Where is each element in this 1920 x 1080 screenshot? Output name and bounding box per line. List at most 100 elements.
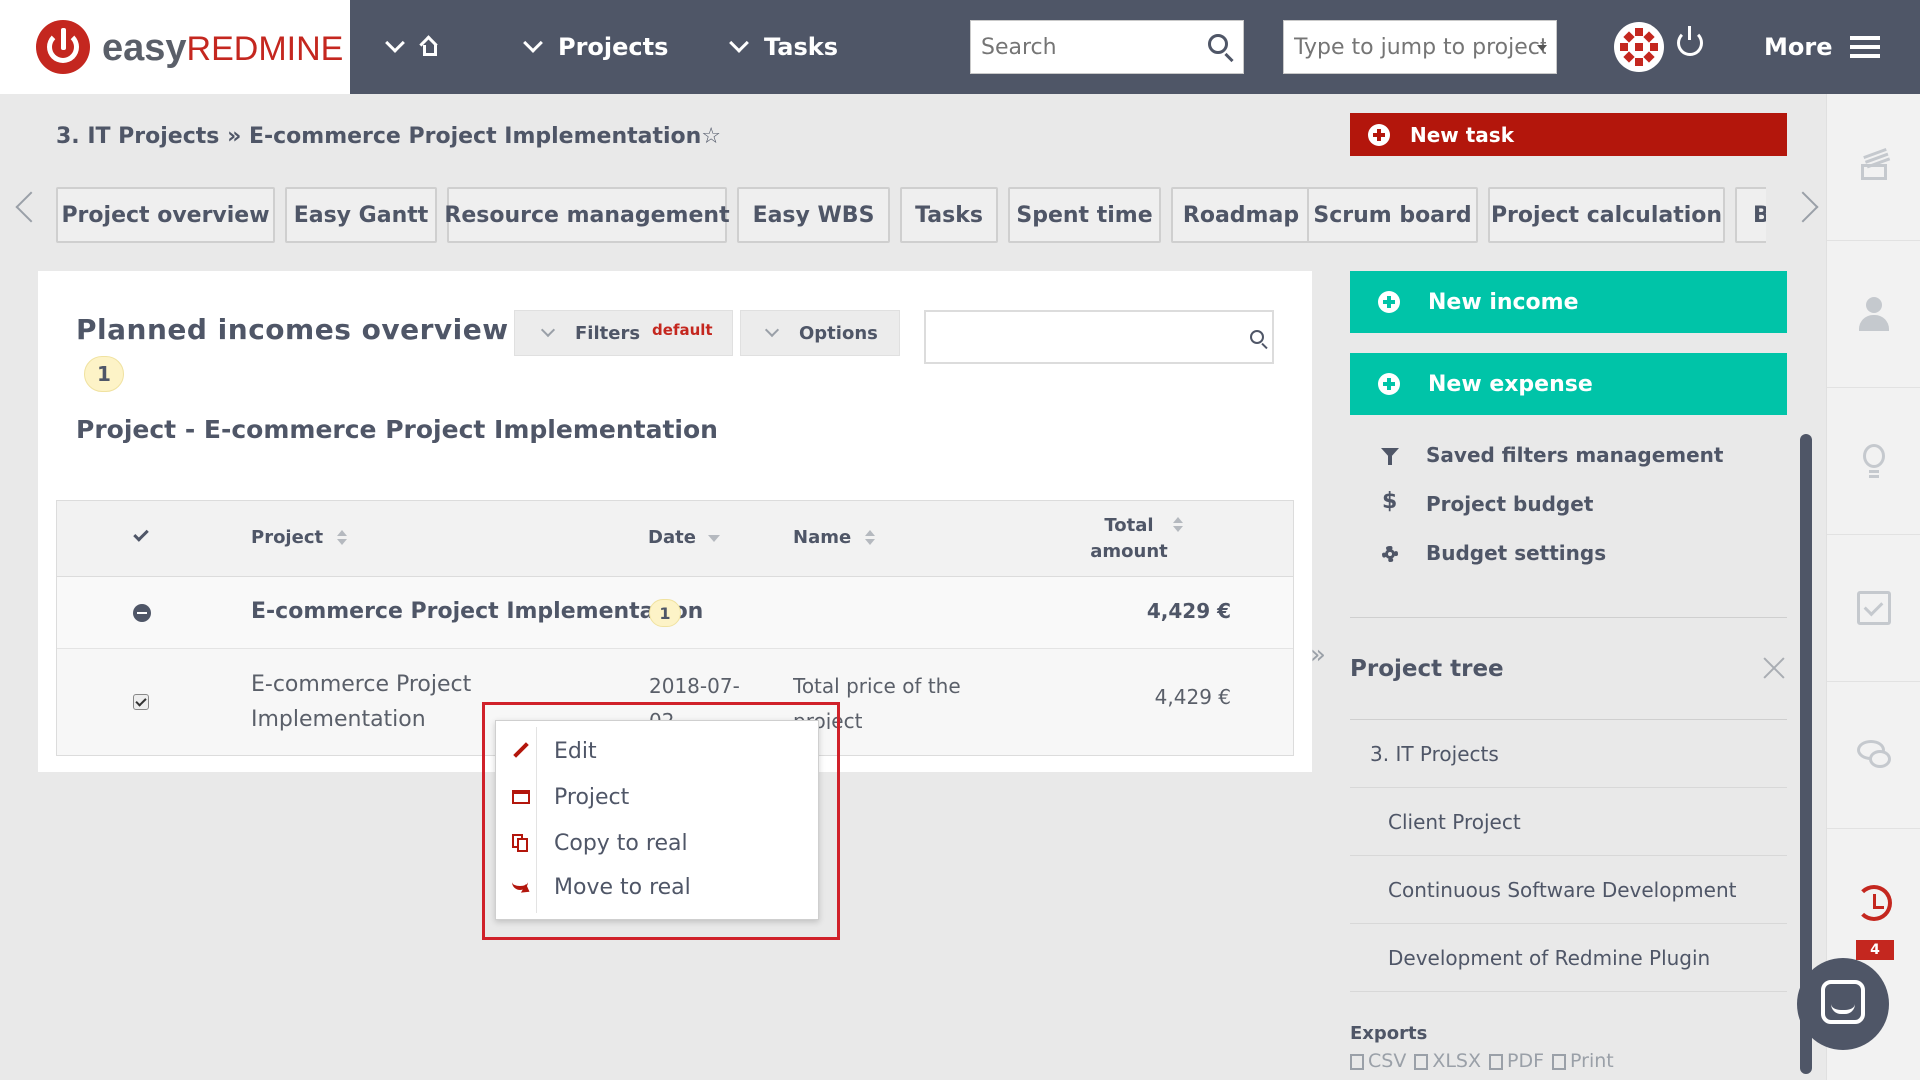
nav-tasks[interactable]: Tasks bbox=[729, 0, 839, 94]
table-header: Project Date Name Total amount bbox=[57, 501, 1293, 577]
group-row[interactable]: E-commerce Project Implementation 1 4,42… bbox=[57, 577, 1293, 649]
options-button[interactable]: Options bbox=[740, 310, 900, 356]
tab-tasks[interactable]: Tasks bbox=[900, 187, 998, 243]
menu-item-project[interactable]: Project bbox=[496, 774, 818, 820]
breadcrumb-current[interactable]: E-commerce Project Implementation bbox=[249, 124, 701, 149]
new-task-button[interactable]: New task bbox=[1350, 113, 1787, 156]
strip-item-ideas[interactable] bbox=[1827, 388, 1920, 535]
dropdown-arrow-icon bbox=[1537, 45, 1547, 51]
collapse-sidebar-icon[interactable]: » bbox=[1310, 640, 1326, 670]
search-input[interactable] bbox=[970, 20, 1244, 74]
breadcrumb-parent[interactable]: 3. IT Projects bbox=[56, 124, 219, 149]
more-label: More bbox=[1764, 33, 1833, 61]
group-count-badge: 1 bbox=[649, 599, 681, 627]
new-expense-label: New expense bbox=[1428, 371, 1593, 397]
filter-funnel-icon bbox=[1380, 446, 1400, 466]
jump-to-project-input[interactable] bbox=[1283, 20, 1557, 74]
logout-icon[interactable] bbox=[1677, 26, 1703, 56]
history-icon bbox=[1856, 884, 1892, 921]
row-checkbox[interactable] bbox=[133, 694, 149, 710]
user-icon bbox=[1857, 297, 1891, 331]
sidebar-divider bbox=[1350, 617, 1787, 618]
menu-item-move-to-real[interactable]: Move to real bbox=[496, 864, 818, 910]
tab-scrum-board[interactable]: Scrum board bbox=[1307, 187, 1478, 243]
panel-search-input[interactable] bbox=[924, 310, 1274, 364]
new-expense-button[interactable]: New expense bbox=[1350, 353, 1787, 415]
tree-item[interactable]: 3. IT Projects bbox=[1350, 720, 1787, 788]
export-xlsx-link[interactable]: XLSX bbox=[1414, 1050, 1481, 1072]
sort-icon bbox=[865, 530, 876, 546]
tree-item[interactable]: Continuous Software Development bbox=[1350, 856, 1787, 924]
tab-spent-time[interactable]: Spent time bbox=[1008, 187, 1161, 243]
column-header-project[interactable]: Project bbox=[251, 527, 348, 548]
print-icon bbox=[1552, 1053, 1567, 1070]
panel-subtitle: Project - E-commerce Project Implementat… bbox=[76, 415, 718, 444]
row-total: 4,429 € bbox=[1154, 685, 1231, 709]
print-link[interactable]: Print bbox=[1552, 1050, 1614, 1072]
sort-desc-icon bbox=[707, 534, 720, 542]
tab-overflow[interactable]: B bbox=[1735, 187, 1766, 243]
tabs-scroll-left-icon[interactable] bbox=[15, 191, 47, 223]
column-header-total-amount[interactable]: Total amount bbox=[1085, 513, 1173, 565]
chevron-down-icon bbox=[540, 322, 556, 338]
chevron-down-icon bbox=[729, 33, 749, 53]
tab-easy-wbs[interactable]: Easy WBS bbox=[737, 187, 890, 243]
new-income-button[interactable]: New income bbox=[1350, 271, 1787, 333]
logo[interactable]: easyREDMINE bbox=[0, 0, 350, 94]
select-all-check-icon[interactable] bbox=[133, 526, 149, 542]
context-menu: Edit Project Copy to real Move to real bbox=[495, 720, 819, 920]
page-title: Planned incomes overview bbox=[76, 313, 509, 346]
column-header-name[interactable]: Name bbox=[793, 527, 876, 548]
plus-circle-icon bbox=[1368, 123, 1390, 146]
tree-item[interactable]: Client Project bbox=[1350, 788, 1787, 856]
collapse-group-icon[interactable] bbox=[133, 604, 151, 622]
right-icon-strip bbox=[1826, 94, 1920, 1080]
pencil-icon bbox=[512, 742, 530, 760]
move-arrow-icon bbox=[512, 878, 530, 896]
nav-projects-label: Projects bbox=[558, 33, 669, 61]
row-project[interactable]: E-commerce Project Implementation bbox=[251, 667, 471, 737]
tree-item[interactable]: Development of Redmine Plugin bbox=[1350, 924, 1787, 992]
tab-project-calculation[interactable]: Project calculation bbox=[1488, 187, 1725, 243]
chat-icon bbox=[1857, 738, 1891, 772]
search-icon[interactable] bbox=[1208, 34, 1228, 54]
project-tabs: Project overview Easy Gantt Resource man… bbox=[56, 187, 1766, 244]
export-pdf-link[interactable]: PDF bbox=[1489, 1050, 1544, 1072]
menu-item-copy-to-real[interactable]: Copy to real bbox=[496, 820, 818, 866]
menu-item-edit[interactable]: Edit bbox=[496, 728, 818, 774]
activity-stack-icon bbox=[1857, 150, 1891, 184]
home-menu[interactable] bbox=[385, 0, 440, 94]
tab-roadmap[interactable]: Roadmap bbox=[1171, 187, 1311, 243]
strip-item-activity[interactable] bbox=[1827, 94, 1920, 241]
logo-text-easy: easy bbox=[102, 26, 187, 69]
strip-item-users[interactable] bbox=[1827, 241, 1920, 388]
count-badge: 1 bbox=[84, 356, 124, 392]
nav-tasks-label: Tasks bbox=[764, 33, 839, 61]
options-label: Options bbox=[799, 322, 878, 344]
pdf-file-icon bbox=[1489, 1053, 1504, 1070]
support-chat-icon[interactable] bbox=[1797, 958, 1889, 1050]
avatar[interactable] bbox=[1614, 22, 1664, 72]
more-menu[interactable]: More bbox=[1764, 0, 1832, 94]
close-icon[interactable] bbox=[1762, 656, 1786, 680]
tab-resource-management[interactable]: Resource management bbox=[444, 187, 730, 243]
export-csv-link[interactable]: CSV bbox=[1350, 1050, 1406, 1072]
nav-projects[interactable]: Projects bbox=[523, 0, 669, 94]
lightbulb-icon bbox=[1857, 444, 1891, 478]
breadcrumb: 3. IT Projects » E-commerce Project Impl… bbox=[56, 124, 721, 149]
tab-easy-gantt[interactable]: Easy Gantt bbox=[285, 187, 437, 243]
strip-item-chat[interactable] bbox=[1827, 682, 1920, 829]
hamburger-icon[interactable] bbox=[1850, 36, 1880, 58]
search-icon[interactable] bbox=[1250, 330, 1264, 344]
group-total: 4,429 € bbox=[1146, 599, 1231, 623]
column-header-date[interactable]: Date bbox=[648, 527, 720, 548]
favorite-star-icon[interactable]: ☆ bbox=[701, 124, 721, 149]
history-count-badge: 4 bbox=[1856, 940, 1894, 960]
tabs-scroll-right-icon[interactable] bbox=[1787, 191, 1819, 223]
folder-icon bbox=[512, 790, 530, 804]
filters-button[interactable]: Filters default bbox=[514, 310, 733, 356]
strip-item-todo[interactable] bbox=[1827, 535, 1920, 682]
copy-icon bbox=[512, 834, 530, 852]
tab-project-overview[interactable]: Project overview bbox=[56, 187, 275, 243]
sort-icon[interactable] bbox=[1173, 517, 1183, 533]
